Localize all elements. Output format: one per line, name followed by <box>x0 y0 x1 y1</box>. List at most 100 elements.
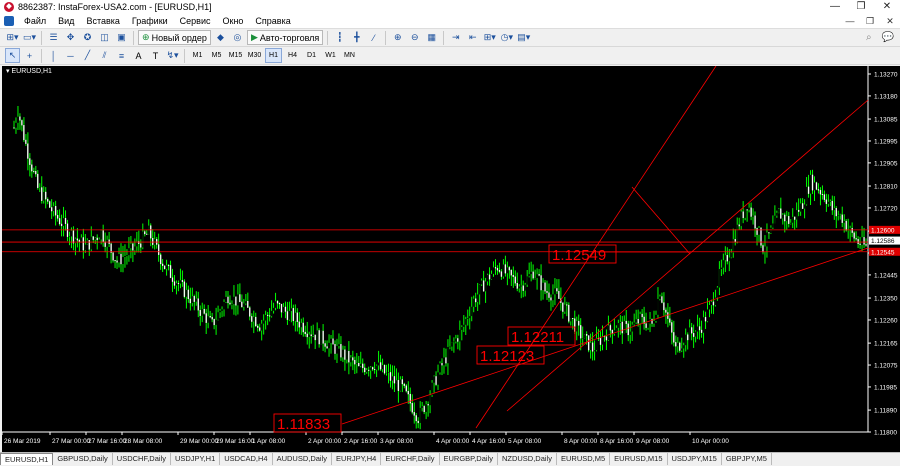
profiles-icon[interactable]: ▭▾ <box>22 30 37 45</box>
text-label-button[interactable]: T <box>148 48 163 63</box>
chart-window-icon[interactable] <box>4 16 14 26</box>
trendline <box>631 186 691 255</box>
candle-body <box>166 265 168 269</box>
chart-window[interactable]: 1.13270 1.13180 1.13085 1.12995 1.12905 1.128… <box>2 66 900 452</box>
candle-body <box>475 298 477 303</box>
tf-m30[interactable]: M30 <box>246 48 263 63</box>
candle-body <box>330 338 332 343</box>
candlestick-chart-icon[interactable]: ╋ <box>349 30 364 45</box>
candle-body <box>609 325 612 331</box>
chart-shift-icon[interactable]: ⇤ <box>465 30 480 45</box>
mdi-restore-button[interactable]: ❐ <box>860 16 880 27</box>
vertical-line-icon[interactable]: │ <box>46 48 61 63</box>
tab-usdcad-h4[interactable]: USDCAD,H4 <box>220 453 273 465</box>
candle-body <box>368 369 370 371</box>
candle-body <box>837 215 839 217</box>
tab-usdjpy-m15[interactable]: USDJPY,M15 <box>668 453 722 465</box>
close-button[interactable]: ✕ <box>874 0 900 14</box>
metaeditor-icon[interactable]: ◆ <box>213 30 228 45</box>
candle-body <box>397 380 400 391</box>
tile-windows-icon[interactable]: ▦ <box>424 30 439 45</box>
menu-insert[interactable]: Вставка <box>80 14 125 29</box>
menu-view[interactable]: Вид <box>52 14 80 29</box>
zoom-in-icon[interactable]: ⊕ <box>390 30 405 45</box>
tf-d1[interactable]: D1 <box>303 48 320 63</box>
text-tool-button[interactable]: A <box>131 48 146 63</box>
restore-button[interactable]: ❐ <box>848 0 874 14</box>
zoom-out-icon[interactable]: ⊖ <box>407 30 422 45</box>
tab-eurjpy-h4[interactable]: EURJPY,H4 <box>332 453 382 465</box>
candle-body <box>619 321 621 324</box>
horizontal-line-icon[interactable]: ─ <box>63 48 78 63</box>
tf-m1[interactable]: M1 <box>189 48 206 63</box>
crosshair-icon[interactable]: + <box>22 48 37 63</box>
fibonacci-icon[interactable]: ≡ <box>114 48 129 63</box>
strategy-tester-icon[interactable]: ▣ <box>114 30 129 45</box>
tab-eurusd-m15[interactable]: EURUSD,M15 <box>610 453 668 465</box>
tab-usdchf-daily[interactable]: USDCHF,Daily <box>113 453 171 465</box>
candle-body <box>494 267 497 269</box>
tab-eurchf-daily[interactable]: EURCHF,Daily <box>381 453 440 465</box>
chat-icon[interactable]: 💬 <box>882 32 894 43</box>
candle-body <box>562 302 564 312</box>
data-window-icon[interactable]: ✥ <box>63 30 78 45</box>
menu-window[interactable]: Окно <box>217 14 250 29</box>
autoscroll-icon[interactable]: ⇥ <box>448 30 463 45</box>
tab-usdjpy-h1[interactable]: USDJPY,H1 <box>171 453 221 465</box>
candle-body <box>387 372 389 373</box>
mdi-minimize-button[interactable]: — <box>840 16 860 27</box>
signals-icon[interactable]: ◎ <box>230 30 245 45</box>
menu-charts[interactable]: Графики <box>126 14 174 29</box>
indicators-icon[interactable]: ⊞▾ <box>482 30 497 45</box>
navigator-icon[interactable]: ✪ <box>80 30 95 45</box>
tf-mn[interactable]: MN <box>341 48 358 63</box>
candle-body <box>130 243 132 249</box>
line-chart-icon[interactable]: ⁄ <box>366 30 381 45</box>
menu-tools[interactable]: Сервис <box>174 14 217 29</box>
candle-body <box>544 282 546 292</box>
candle-body <box>300 322 302 328</box>
tab-eurgbp-daily[interactable]: EURGBP,Daily <box>440 453 498 465</box>
price-chart[interactable]: 1.13270 1.13180 1.13085 1.12995 1.12905 1.128… <box>2 66 900 452</box>
candle-body <box>142 231 144 248</box>
tf-m5[interactable]: M5 <box>208 48 225 63</box>
candle-body <box>712 301 715 306</box>
candle-body <box>360 363 362 366</box>
tab-audusd-daily[interactable]: AUDUSD,Daily <box>273 453 333 465</box>
market-watch-icon[interactable]: ☰ <box>46 30 61 45</box>
new-chart-icon[interactable]: ⊞▾ <box>5 30 20 45</box>
candle-body <box>144 231 146 235</box>
tf-h4[interactable]: H4 <box>284 48 301 63</box>
tf-w1[interactable]: W1 <box>322 48 339 63</box>
menu-help[interactable]: Справка <box>249 14 296 29</box>
candle-body <box>433 376 435 383</box>
arrows-icon[interactable]: ↯▾ <box>165 48 180 63</box>
bar-chart-icon[interactable]: ┇ <box>332 30 347 45</box>
candle-body <box>399 379 401 391</box>
tab-eurusd-h1[interactable]: EURUSD,H1 <box>0 453 54 465</box>
tf-h1[interactable]: H1 <box>265 48 282 63</box>
tab-gbpusd-daily[interactable]: GBPUSD,Daily <box>53 453 113 465</box>
search-icon[interactable]: ⌕ <box>866 32 872 43</box>
menu-file[interactable]: Файл <box>18 14 52 29</box>
tab-nzdusd-daily[interactable]: NZDUSD,Daily <box>498 453 557 465</box>
channel-icon[interactable]: ⫽ <box>97 48 112 63</box>
candle-body <box>344 349 346 360</box>
candle-body <box>491 273 493 280</box>
candle-body <box>540 275 542 291</box>
tab-eurusd-m5[interactable]: EURUSD,M5 <box>557 453 611 465</box>
terminal-icon[interactable]: ◫ <box>97 30 112 45</box>
periods-icon[interactable]: ◷▾ <box>499 30 514 45</box>
tab-gbpjpy-m5[interactable]: GBPJPY,M5 <box>722 453 772 465</box>
trendline-icon[interactable]: ╱ <box>80 48 95 63</box>
candle-body <box>146 233 148 235</box>
tf-m15[interactable]: M15 <box>227 48 244 63</box>
new-order-button[interactable]: ⊕ Новый ордер <box>138 30 211 45</box>
cursor-icon[interactable]: ↖ <box>5 48 20 63</box>
mdi-close-button[interactable]: ✕ <box>880 16 900 27</box>
auto-trading-button[interactable]: ▶ Авто-торговля <box>246 30 324 45</box>
templates-icon[interactable]: ▤▾ <box>516 30 531 45</box>
candle-body <box>865 244 867 246</box>
candle-body <box>280 303 283 313</box>
minimize-button[interactable]: — <box>822 0 848 14</box>
